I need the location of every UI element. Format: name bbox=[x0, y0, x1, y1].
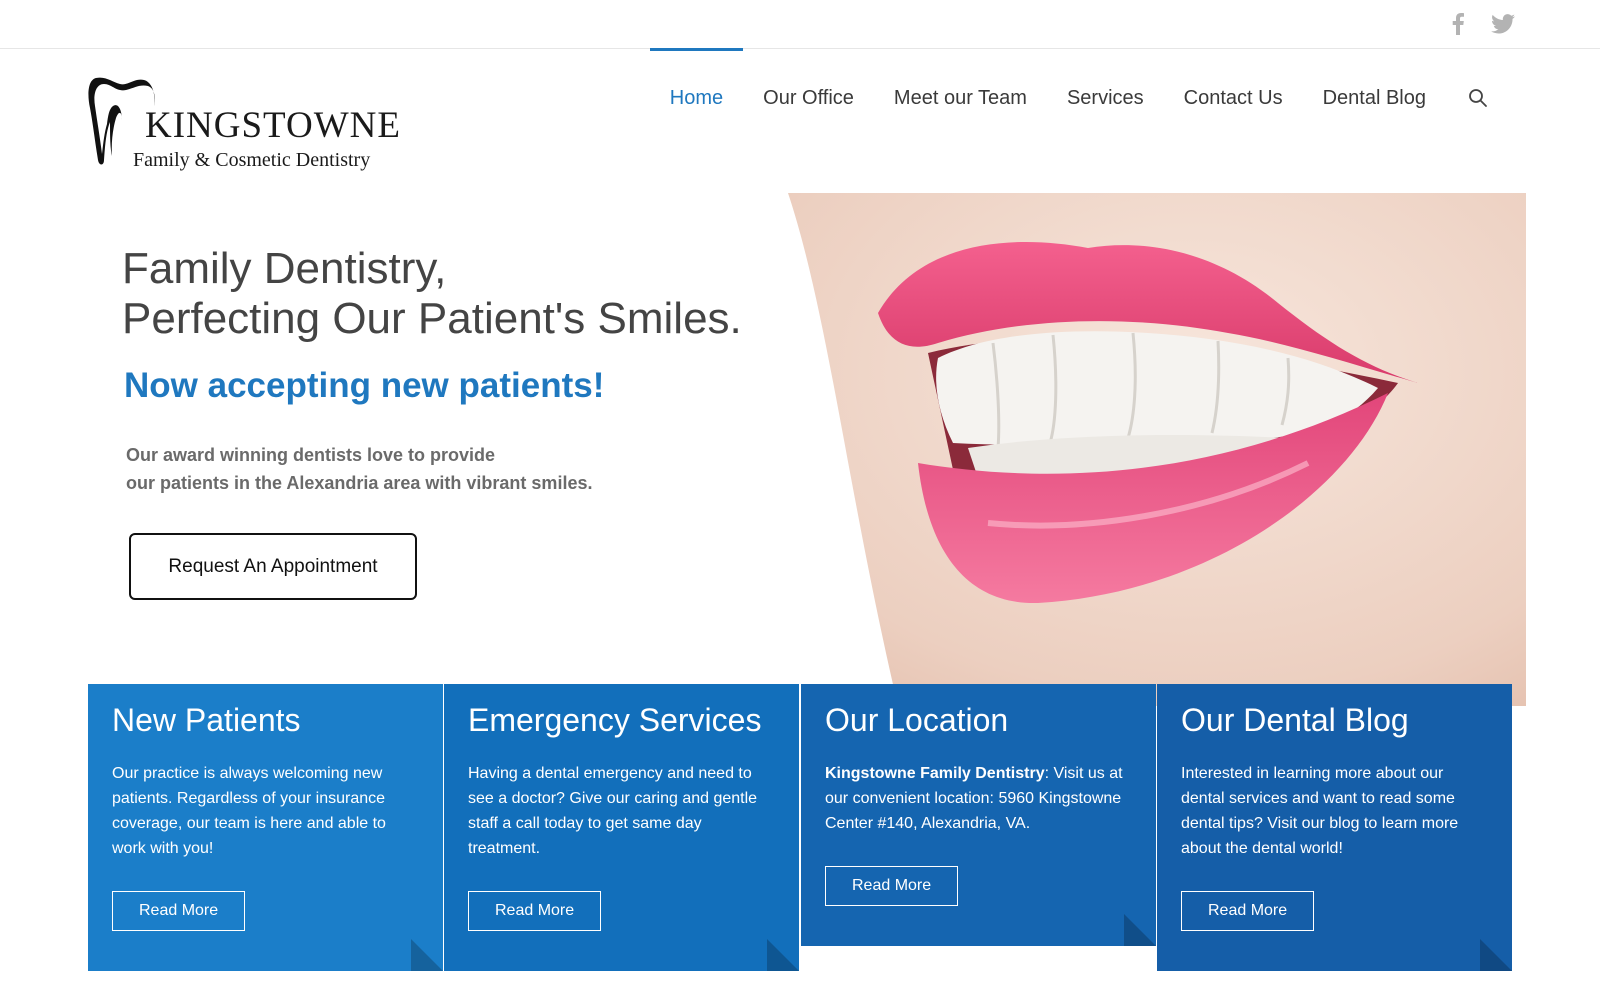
nav-item-our-office[interactable]: Our Office bbox=[743, 48, 874, 148]
nav-item-contact-us[interactable]: Contact Us bbox=[1164, 48, 1303, 148]
logo-subtitle: Family & Cosmetic Dentistry bbox=[133, 149, 371, 171]
box-title: Our Location bbox=[825, 702, 1009, 738]
corner-fold bbox=[1480, 939, 1512, 971]
search-icon[interactable] bbox=[1446, 48, 1488, 148]
box-text: Interested in learning more about our de… bbox=[1181, 765, 1459, 857]
box-text: Our practice is always welcoming new pat… bbox=[112, 765, 386, 857]
box-title: Our Dental Blog bbox=[1181, 702, 1409, 738]
read-more-button[interactable]: Read More bbox=[468, 891, 602, 931]
read-more-button[interactable]: Read More bbox=[825, 866, 959, 906]
box-text: Having a dental emergency and need to se… bbox=[468, 765, 758, 857]
new-patients-box: New Patients Our practice is always welc… bbox=[88, 684, 443, 971]
request-appointment-button[interactable]: Request An Appointment bbox=[129, 533, 417, 600]
nav-item-home[interactable]: Home bbox=[649, 48, 744, 148]
box-text-bold: Kingstowne Family Dentistry bbox=[825, 765, 1045, 782]
dental-blog-box: Our Dental Blog Interested in learning m… bbox=[1157, 684, 1512, 971]
facebook-icon[interactable] bbox=[1444, 10, 1472, 38]
nav-item-dental-blog[interactable]: Dental Blog bbox=[1303, 48, 1446, 148]
emergency-services-box: Emergency Services Having a dental emerg… bbox=[444, 684, 799, 971]
box-text: Kingstowne Family Dentistry: Visit us at… bbox=[825, 761, 1132, 836]
corner-fold bbox=[767, 939, 799, 971]
hero-title-line1: Family Dentistry, bbox=[122, 244, 447, 293]
corner-fold bbox=[1124, 914, 1156, 946]
hero-title-line2: Perfecting Our Patient's Smiles. bbox=[122, 294, 742, 343]
site-logo[interactable]: KINGSTOWNE Family & Cosmetic Dentistry bbox=[86, 72, 406, 180]
main-nav: Home Our Office Meet our Team Services C… bbox=[649, 48, 1488, 148]
hero-description: Our award winning dentists love to provi… bbox=[126, 441, 592, 497]
logo-name: KINGSTOWNE bbox=[145, 105, 401, 146]
read-more-button[interactable]: Read More bbox=[1181, 891, 1315, 931]
hero-description-line2: our patients in the Alexandria area with… bbox=[126, 473, 593, 493]
nav-item-services[interactable]: Services bbox=[1047, 48, 1164, 148]
hero-title: Family Dentistry, Perfecting Our Patient… bbox=[122, 244, 742, 344]
hero-smile-image bbox=[788, 193, 1526, 706]
hero-accent-heading: Now accepting new patients! bbox=[124, 366, 605, 405]
read-more-button[interactable]: Read More bbox=[112, 891, 246, 931]
twitter-icon[interactable] bbox=[1489, 10, 1517, 38]
box-title: New Patients bbox=[112, 702, 301, 738]
corner-fold bbox=[411, 939, 443, 971]
box-title: Emergency Services bbox=[468, 702, 762, 738]
top-bar bbox=[0, 0, 1600, 49]
hero-description-line1: Our award winning dentists love to provi… bbox=[126, 445, 496, 465]
nav-item-meet-our-team[interactable]: Meet our Team bbox=[874, 48, 1047, 148]
our-location-box: Our Location Kingstowne Family Dentistry… bbox=[801, 684, 1156, 946]
